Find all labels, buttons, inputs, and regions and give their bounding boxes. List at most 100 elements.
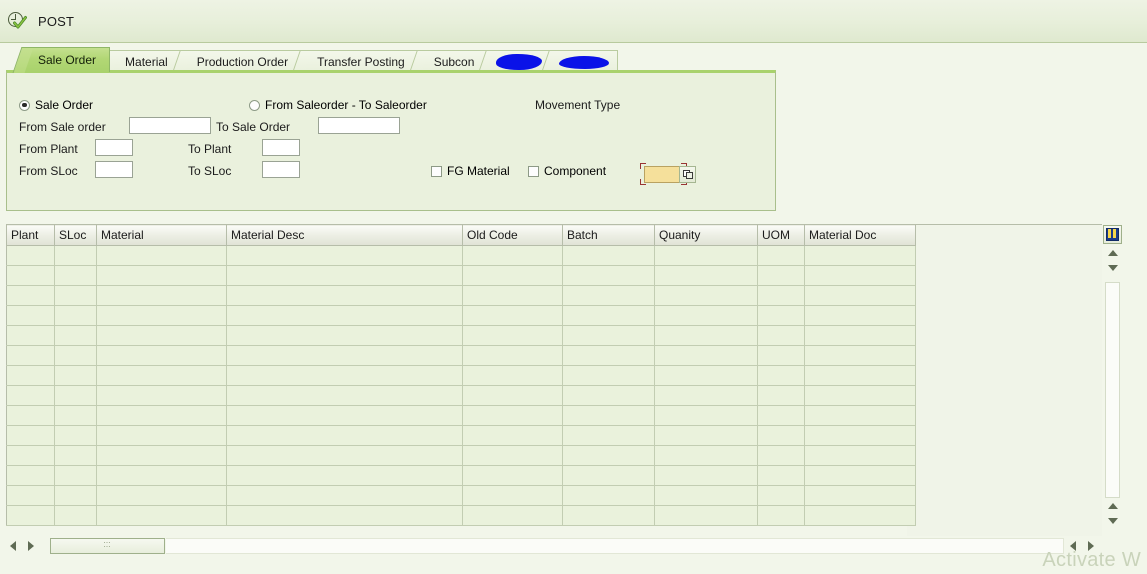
tab-production-order[interactable]: Production Order xyxy=(180,50,303,72)
table-cell[interactable] xyxy=(654,305,758,326)
to-plant-input[interactable] xyxy=(262,139,300,156)
from-sale-order-input[interactable] xyxy=(129,117,211,134)
table-cell[interactable] xyxy=(804,405,916,426)
table-cell[interactable] xyxy=(654,285,758,306)
tab-redacted-2[interactable] xyxy=(550,50,619,72)
table-cell[interactable] xyxy=(562,345,655,366)
table-cell[interactable] xyxy=(96,425,227,446)
scrollbar-track[interactable] xyxy=(1105,282,1120,498)
grid-column-header[interactable]: Plant xyxy=(6,224,55,246)
table-cell[interactable] xyxy=(54,285,97,306)
table-cell[interactable] xyxy=(226,265,463,286)
table-cell[interactable] xyxy=(462,305,563,326)
table-cell[interactable] xyxy=(757,245,805,266)
table-cell[interactable] xyxy=(6,265,55,286)
table-row[interactable] xyxy=(6,365,916,386)
grid-column-header[interactable]: SLoc xyxy=(54,224,97,246)
table-row[interactable] xyxy=(6,385,916,406)
table-row[interactable] xyxy=(6,505,916,526)
table-cell[interactable] xyxy=(6,425,55,446)
table-cell[interactable] xyxy=(804,245,916,266)
table-cell[interactable] xyxy=(226,505,463,526)
table-cell[interactable] xyxy=(462,245,563,266)
table-cell[interactable] xyxy=(462,465,563,486)
table-cell[interactable] xyxy=(562,385,655,406)
table-cell[interactable] xyxy=(6,305,55,326)
hscroll-thumb[interactable]: ⋯ ⋯ xyxy=(50,538,165,554)
table-cell[interactable] xyxy=(6,385,55,406)
table-row[interactable] xyxy=(6,245,916,266)
table-cell[interactable] xyxy=(804,505,916,526)
table-cell[interactable] xyxy=(226,385,463,406)
table-cell[interactable] xyxy=(54,385,97,406)
checkbox-fg-material[interactable]: FG Material xyxy=(431,164,510,178)
table-cell[interactable] xyxy=(654,265,758,286)
table-cell[interactable] xyxy=(462,385,563,406)
table-cell[interactable] xyxy=(757,465,805,486)
grid-hscroll-left-button[interactable] xyxy=(1070,538,1084,554)
table-cell[interactable] xyxy=(654,385,758,406)
table-cell[interactable] xyxy=(757,325,805,346)
table-cell[interactable] xyxy=(6,505,55,526)
table-cell[interactable] xyxy=(804,365,916,386)
tab-material[interactable]: Material xyxy=(109,50,182,72)
table-cell[interactable] xyxy=(654,445,758,466)
table-row[interactable] xyxy=(6,285,916,306)
from-sloc-input[interactable] xyxy=(95,161,133,178)
table-cell[interactable] xyxy=(804,305,916,326)
table-cell[interactable] xyxy=(562,425,655,446)
table-cell[interactable] xyxy=(462,365,563,386)
grid-column-header[interactable]: Batch xyxy=(562,224,655,246)
table-cell[interactable] xyxy=(654,345,758,366)
table-cell[interactable] xyxy=(562,465,655,486)
table-cell[interactable] xyxy=(654,505,758,526)
table-cell[interactable] xyxy=(96,505,227,526)
table-cell[interactable] xyxy=(226,365,463,386)
table-cell[interactable] xyxy=(54,445,97,466)
grid-scroll-page-up-button[interactable] xyxy=(1105,500,1120,512)
table-cell[interactable] xyxy=(804,485,916,506)
table-cell[interactable] xyxy=(562,445,655,466)
table-cell[interactable] xyxy=(462,345,563,366)
table-cell[interactable] xyxy=(226,285,463,306)
table-cell[interactable] xyxy=(757,305,805,326)
table-cell[interactable] xyxy=(96,345,227,366)
grid-scroll-page-down-button[interactable] xyxy=(1105,515,1120,527)
table-cell[interactable] xyxy=(6,245,55,266)
table-cell[interactable] xyxy=(226,405,463,426)
table-cell[interactable] xyxy=(226,245,463,266)
table-cell[interactable] xyxy=(757,405,805,426)
table-cell[interactable] xyxy=(6,325,55,346)
table-cell[interactable] xyxy=(96,285,227,306)
from-plant-input[interactable] xyxy=(95,139,133,156)
table-cell[interactable] xyxy=(804,345,916,366)
table-cell[interactable] xyxy=(654,485,758,506)
grid-column-header[interactable]: Old Code xyxy=(462,224,563,246)
grid-column-header[interactable]: UOM xyxy=(757,224,805,246)
table-cell[interactable] xyxy=(54,505,97,526)
table-cell[interactable] xyxy=(462,285,563,306)
table-cell[interactable] xyxy=(462,505,563,526)
table-cell[interactable] xyxy=(96,485,227,506)
table-cell[interactable] xyxy=(6,285,55,306)
table-cell[interactable] xyxy=(462,405,563,426)
table-cell[interactable] xyxy=(562,245,655,266)
table-cell[interactable] xyxy=(96,385,227,406)
table-cell[interactable] xyxy=(804,285,916,306)
table-cell[interactable] xyxy=(462,485,563,506)
table-cell[interactable] xyxy=(562,365,655,386)
tab-sale-order[interactable]: Sale Order xyxy=(22,47,111,72)
table-cell[interactable] xyxy=(6,465,55,486)
table-cell[interactable] xyxy=(6,345,55,366)
table-cell[interactable] xyxy=(96,405,227,426)
table-row[interactable] xyxy=(6,465,916,486)
movement-type-f4-help-button[interactable] xyxy=(679,166,696,183)
table-cell[interactable] xyxy=(562,405,655,426)
table-cell[interactable] xyxy=(804,465,916,486)
hscroll-right-button[interactable] xyxy=(28,538,42,554)
table-cell[interactable] xyxy=(757,345,805,366)
table-row[interactable] xyxy=(6,405,916,426)
table-cell[interactable] xyxy=(562,485,655,506)
grid-column-header[interactable]: Material xyxy=(96,224,227,246)
table-cell[interactable] xyxy=(757,485,805,506)
